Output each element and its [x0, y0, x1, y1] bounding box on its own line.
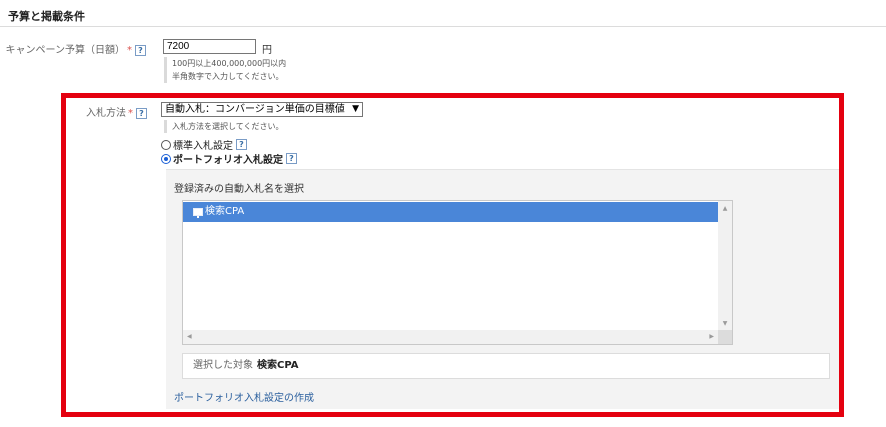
radio-standard-bidding[interactable]: 標準入札設定? [161, 137, 247, 152]
selected-target-value: 検索CPA [257, 360, 299, 371]
radio-button[interactable] [161, 139, 171, 150]
budget-input[interactable]: 7200 [163, 39, 256, 54]
list-item-label: 検索CPA [205, 206, 245, 217]
radio-portfolio-label: ポートフォリオ入札設定 [173, 155, 283, 166]
radio-standard-label: 標準入札設定 [173, 141, 233, 152]
scrollbar-corner [718, 330, 732, 344]
vertical-scrollbar[interactable]: ▲ ▼ [718, 201, 732, 331]
portfolio-panel: 登録済みの自動入札名を選択 検索CPA ▲ ▼ ◀ ▶ 選択した対象 検索CPA … [166, 169, 839, 409]
radio-portfolio-bidding[interactable]: ポートフォリオ入札設定? [161, 151, 297, 166]
bid-method-selected: 自動入札：コンバージョン単価の目標値 [165, 104, 345, 115]
section-divider [0, 26, 886, 27]
help-icon[interactable]: ? [236, 139, 247, 150]
scroll-down-icon[interactable]: ▼ [718, 320, 732, 327]
help-icon[interactable]: ? [286, 153, 297, 164]
help-icon[interactable]: ? [136, 107, 147, 119]
budget-unit: 円 [262, 45, 272, 56]
budget-note-range: 100円以上400,000,000円以内 [172, 59, 287, 68]
bid-method-note: 入札方法を選択してください。 [164, 120, 284, 133]
bid-method-label: 入札方法 *? [0, 104, 147, 119]
create-portfolio-link[interactable]: ポートフォリオ入札設定の作成 [174, 389, 314, 404]
scroll-up-icon[interactable]: ▲ [718, 205, 732, 212]
monitor-icon [193, 208, 203, 218]
list-item[interactable]: 検索CPA [183, 202, 718, 222]
portfolio-listbox[interactable]: 検索CPA ▲ ▼ ◀ ▶ [182, 200, 733, 345]
chevron-down-icon: ▼ [352, 104, 359, 114]
budget-note: 100円以上400,000,000円以内 半角数字で入力してください。 [164, 57, 286, 83]
panel-title: 登録済みの自動入札名を選択 [174, 184, 304, 195]
bid-method-select[interactable]: 自動入札：コンバージョン単価の目標値 ▼ [161, 102, 363, 117]
required-mark: * [128, 108, 133, 119]
horizontal-scrollbar[interactable]: ◀ ▶ [183, 330, 718, 344]
budget-label: キャンペーン予算（日額） *? [0, 41, 146, 56]
selected-target-box: 選択した対象 検索CPA [182, 353, 830, 379]
bid-method-label-text: 入札方法 [86, 108, 126, 119]
budget-note-format: 半角数字で入力してください。 [172, 72, 284, 81]
budget-label-text: キャンペーン予算（日額） [5, 45, 126, 56]
section-title: 予算と掲載条件 [8, 10, 85, 23]
radio-button-checked[interactable] [161, 153, 171, 164]
scroll-right-icon[interactable]: ▶ [709, 333, 714, 340]
selected-target-label: 選択した対象 [193, 360, 253, 371]
help-icon[interactable]: ? [135, 44, 146, 56]
required-mark: * [127, 45, 132, 56]
scroll-left-icon[interactable]: ◀ [187, 333, 192, 340]
